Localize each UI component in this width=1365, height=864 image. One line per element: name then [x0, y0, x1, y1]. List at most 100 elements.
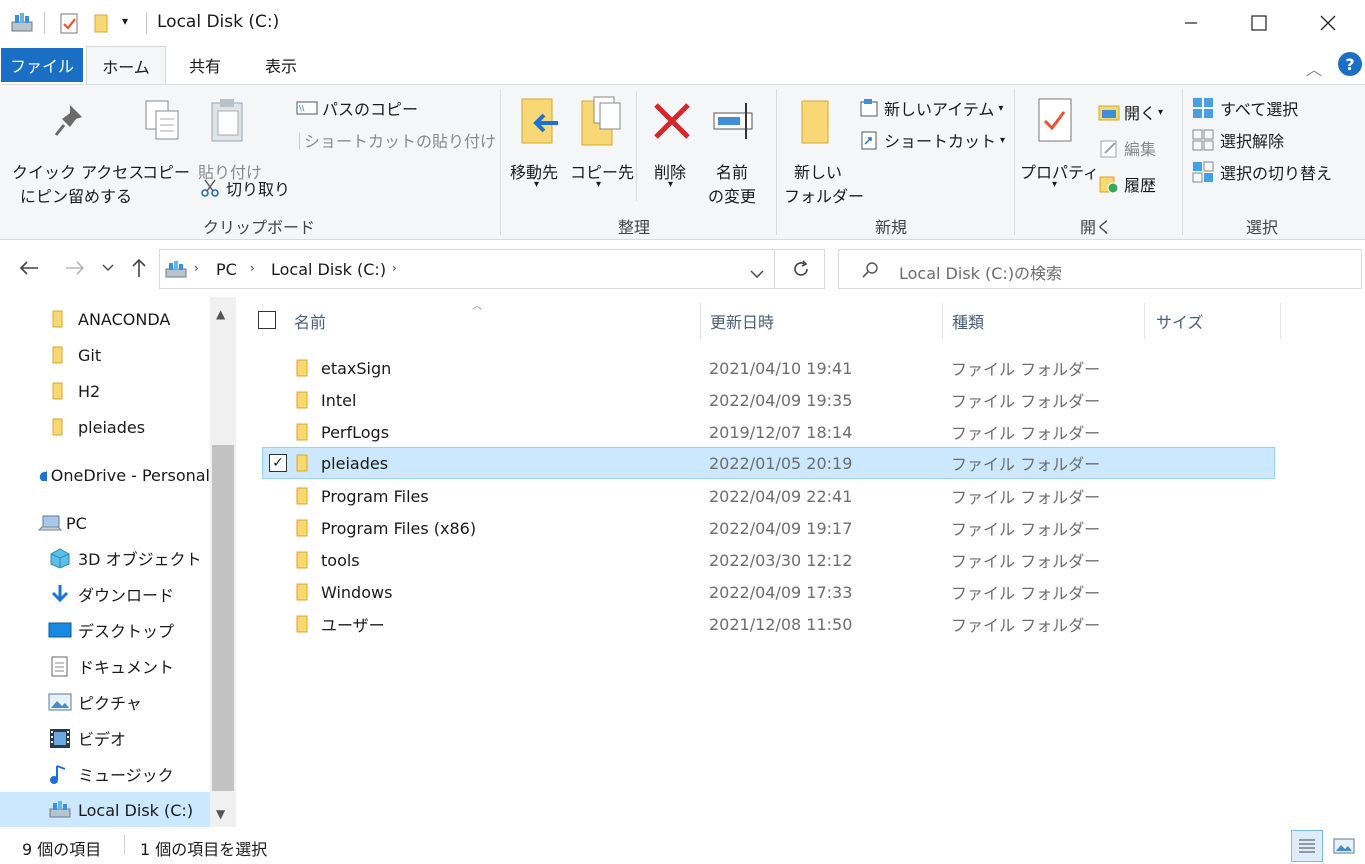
row-type: ファイル フォルダー: [951, 424, 1101, 443]
breadcrumb-local-disk[interactable]: Local Disk (C:): [271, 260, 386, 279]
row-date: 2022/04/09 17:33: [709, 582, 853, 602]
nav-item-documents[interactable]: ドキュメント: [0, 648, 210, 684]
nav-item-music[interactable]: ミュージック: [0, 756, 210, 792]
select-all-icon: [1193, 98, 1213, 118]
nav-item-desktop[interactable]: デスクトップ: [0, 612, 210, 648]
table-row[interactable]: Windows 2022/04/09 17:33 ファイル フォルダー: [262, 576, 1275, 608]
new-folder-label-line1: 新しい: [794, 163, 843, 182]
nav-item-downloads[interactable]: ダウンロード: [0, 576, 210, 612]
row-checkbox[interactable]: ✓: [269, 454, 287, 472]
nav-item-label: 3D オブジェクト: [78, 550, 202, 569]
select-none-button[interactable]: 選択解除: [1192, 127, 1362, 153]
music-icon: [50, 765, 66, 784]
help-icon[interactable]: ?: [1338, 52, 1362, 76]
column-header-name[interactable]: 名前: [294, 309, 326, 333]
quick-access-dropdown-icon[interactable]: ▾: [122, 14, 128, 28]
row-date: 2022/04/09 22:41: [709, 486, 853, 506]
minimize-button[interactable]: [1157, 0, 1225, 46]
nav-item-anaconda[interactable]: ANACONDA: [0, 301, 210, 337]
large-icons-view-button[interactable]: [1328, 830, 1360, 862]
maximize-button[interactable]: [1225, 0, 1293, 46]
address-dropdown-button[interactable]: [750, 264, 764, 283]
nav-item-git[interactable]: Git: [0, 337, 210, 373]
nav-item-label: H2: [78, 381, 101, 401]
up-button[interactable]: [124, 253, 154, 283]
recent-locations-button[interactable]: [96, 253, 120, 283]
nav-item-pleiades[interactable]: pleiades: [0, 409, 210, 445]
invert-selection-button[interactable]: 選択の切り替え: [1192, 159, 1362, 185]
details-view-button[interactable]: [1291, 830, 1323, 862]
refresh-button[interactable]: [792, 260, 810, 282]
tab-file[interactable]: ファイル: [1, 48, 83, 82]
nav-scrollbar-thumb[interactable]: [212, 445, 234, 791]
shortcut-label: ショートカット: [884, 132, 997, 151]
table-row[interactable]: Program Files (x86) 2022/04/09 19:17 ファイ…: [262, 512, 1275, 544]
paste-button[interactable]: 貼り付け: [194, 95, 264, 185]
address-bar[interactable]: › PC › Local Disk (C:) ›: [159, 249, 825, 289]
select-all-button[interactable]: すべて選択: [1192, 95, 1362, 121]
column-header-size[interactable]: サイズ: [1156, 309, 1204, 333]
table-row[interactable]: etaxSign 2021/04/10 19:41 ファイル フォルダー: [262, 352, 1275, 384]
cut-button[interactable]: 切り取り: [200, 175, 300, 201]
column-header-type[interactable]: 種類: [952, 309, 984, 333]
table-row[interactable]: Program Files 2022/04/09 22:41 ファイル フォルダ…: [262, 480, 1275, 512]
nav-item-onedrive[interactable]: OneDrive - Personal: [0, 457, 210, 493]
table-row-selected[interactable]: ✓ pleiades 2022/01/05 20:19 ファイル フォルダー: [262, 447, 1275, 479]
scroll-down-icon[interactable]: ▼: [216, 807, 225, 821]
edit-button[interactable]: 編集: [1098, 135, 1174, 161]
paste-shortcut-button[interactable]: ショートカットの貼り付け: [296, 127, 496, 153]
nav-item-3d-objects[interactable]: 3D オブジェクト: [0, 540, 210, 576]
column-header-date[interactable]: 更新日時: [710, 309, 774, 333]
copy-path-button[interactable]: \\ パスのコピー: [296, 95, 496, 121]
pin-quick-access-button[interactable]: クイック アクセス にピン留めする: [8, 95, 144, 206]
scroll-up-icon[interactable]: ▲: [216, 307, 225, 321]
move-to-button[interactable]: 移動先 ▾: [508, 95, 568, 195]
rename-button[interactable]: 名前 の変更: [706, 95, 766, 206]
table-row[interactable]: PerfLogs 2019/12/07 18:14 ファイル フォルダー: [262, 416, 1275, 448]
history-button[interactable]: 履歴: [1098, 171, 1174, 197]
new-folder-button[interactable]: 新しい フォルダー: [782, 95, 864, 206]
title-bar: ▾ Local Disk (C:): [0, 0, 1365, 46]
nav-item-local-disk[interactable]: Local Disk (C:): [0, 792, 210, 828]
table-row[interactable]: ユーザー 2021/12/08 11:50 ファイル フォルダー: [262, 608, 1275, 640]
new-item-icon: [860, 99, 878, 117]
copy-to-button[interactable]: コピー先 ▾: [570, 95, 634, 195]
row-name: tools: [321, 550, 360, 570]
forward-button[interactable]: [60, 253, 90, 283]
tab-share[interactable]: 共有: [172, 46, 238, 84]
folder-icon: [296, 519, 308, 537]
properties-button[interactable]: プロパティ ▾: [1018, 95, 1099, 195]
select-all-checkbox[interactable]: [258, 311, 276, 329]
tab-view[interactable]: 表示: [248, 46, 314, 84]
copy-to-icon: [581, 96, 621, 146]
rename-label-line2: の変更: [708, 187, 757, 206]
nav-item-pc[interactable]: PC: [0, 505, 210, 541]
row-type: ファイル フォルダー: [951, 520, 1101, 539]
search-box[interactable]: Local Disk (C:)の検索: [838, 249, 1362, 289]
select-all-label: すべて選択: [1220, 100, 1299, 119]
properties-label: プロパティ: [1020, 163, 1100, 182]
back-button[interactable]: [14, 253, 44, 283]
tab-home[interactable]: ホーム: [86, 46, 166, 85]
video-icon: [50, 729, 70, 748]
row-date: 2022/04/09 19:35: [709, 390, 853, 410]
close-button[interactable]: [1294, 0, 1362, 46]
new-shortcut-button[interactable]: ショートカット ▾: [858, 127, 1008, 153]
new-item-button[interactable]: 新しいアイテム ▾: [858, 95, 1008, 121]
nav-item-pictures[interactable]: ピクチャ: [0, 684, 210, 720]
properties-quick-icon[interactable]: [58, 12, 80, 34]
delete-button[interactable]: 削除 ▾: [648, 95, 698, 195]
collapse-ribbon-icon[interactable]: ︿: [1306, 56, 1322, 80]
copy-button[interactable]: コピー: [140, 95, 190, 185]
nav-item-h2[interactable]: H2: [0, 373, 210, 409]
open-label: 開く: [1124, 104, 1157, 123]
open-button[interactable]: 開く ▾: [1098, 99, 1174, 125]
nav-item-videos[interactable]: ビデオ: [0, 720, 210, 756]
sort-ascending-icon: ︿: [472, 301, 482, 312]
row-date: 2022/04/09 19:17: [709, 518, 853, 538]
table-row[interactable]: tools 2022/03/30 12:12 ファイル フォルダー: [262, 544, 1275, 576]
breadcrumb-pc[interactable]: PC: [216, 260, 237, 279]
table-row[interactable]: Intel 2022/04/09 19:35 ファイル フォルダー: [262, 384, 1275, 416]
new-folder-quick-icon[interactable]: [92, 12, 112, 34]
drive-icon[interactable]: [10, 12, 34, 34]
